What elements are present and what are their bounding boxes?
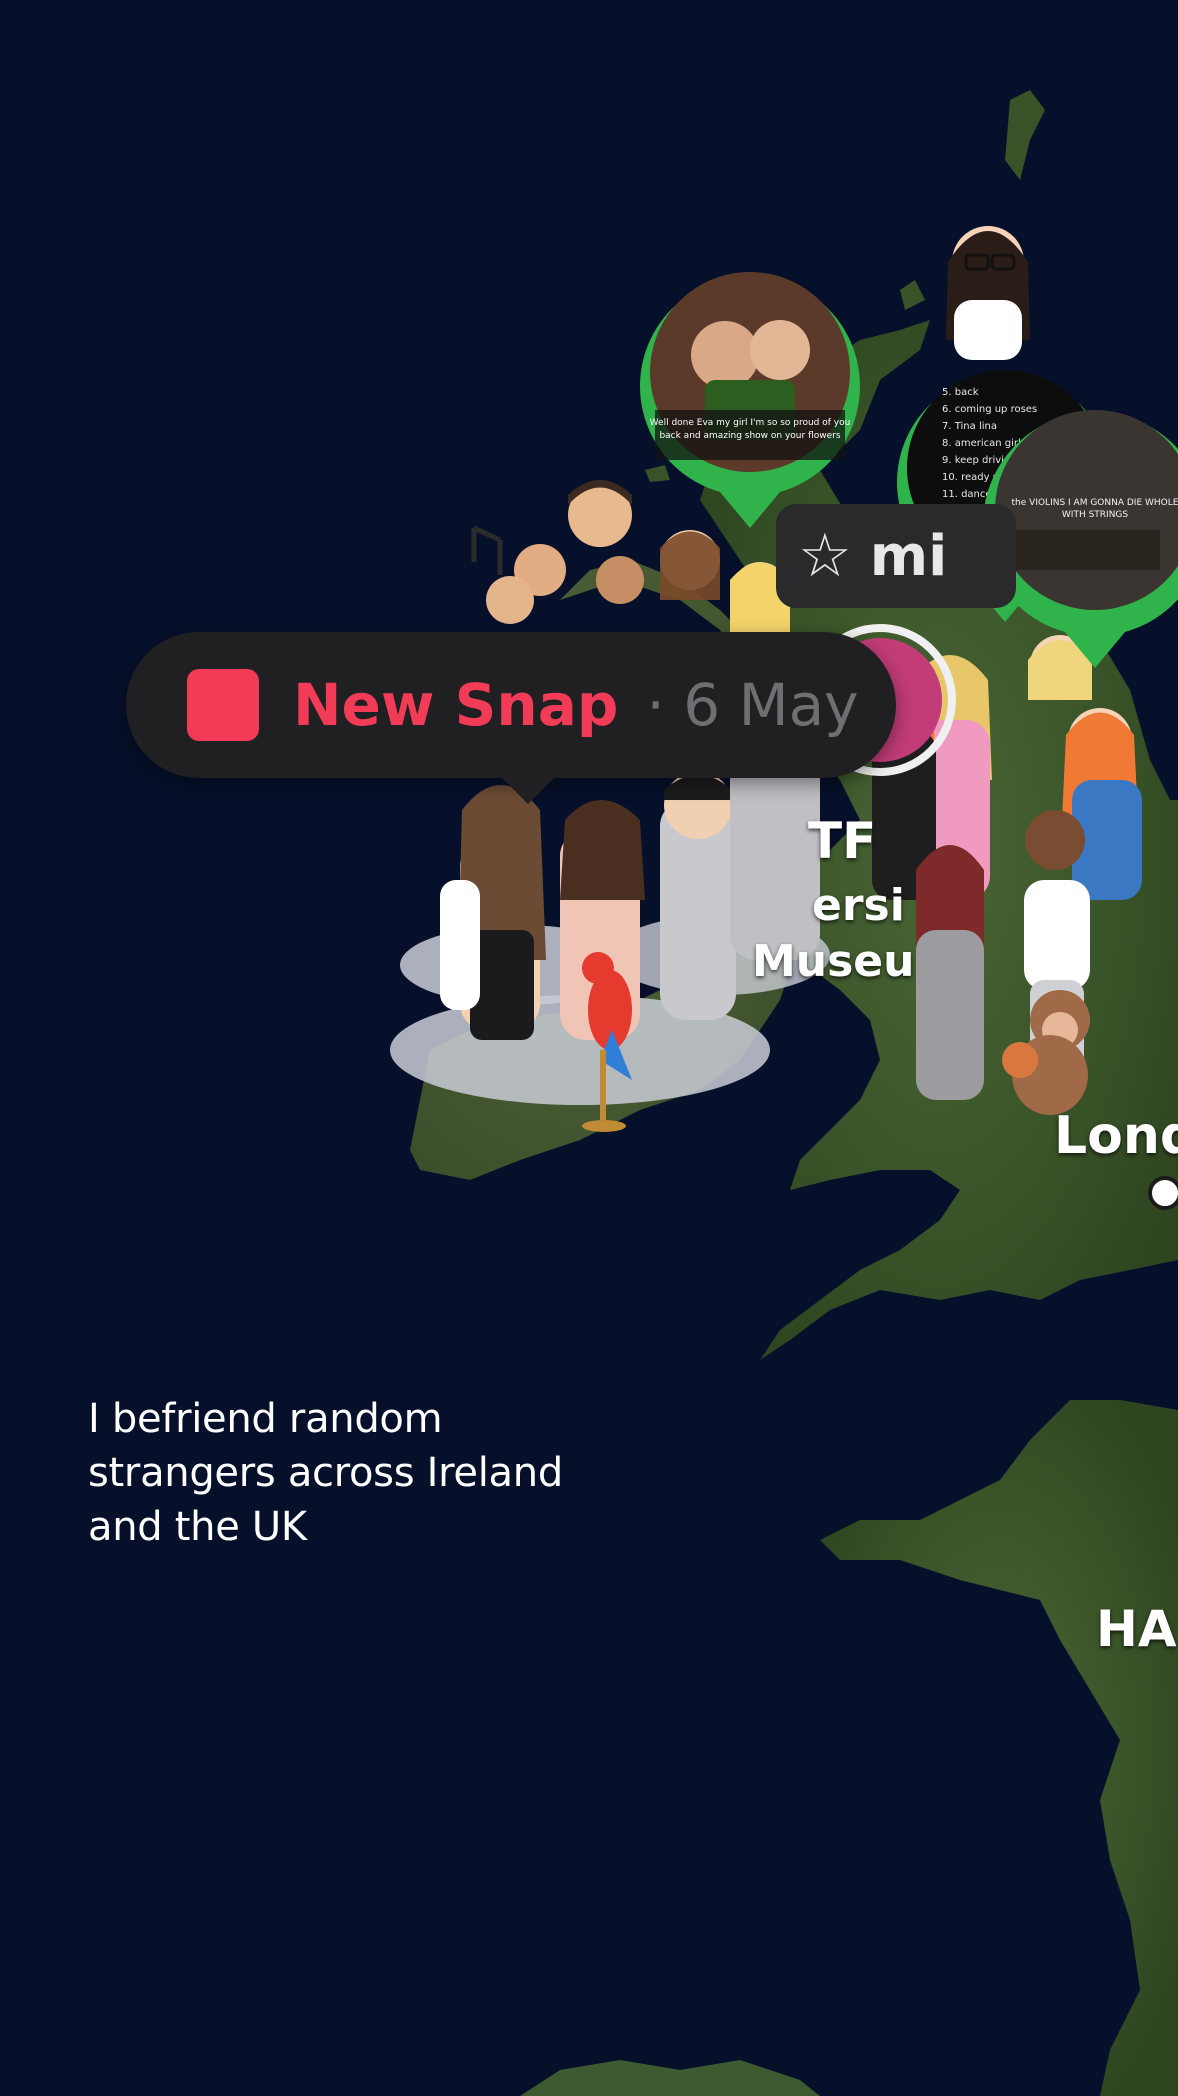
friend-name-label: mi (869, 523, 948, 589)
new-snap-label: New Snap (293, 671, 619, 739)
svg-text:8. american girls: 8. american girls (942, 438, 1026, 449)
museum-label-line3: Museu (752, 936, 915, 987)
caption-line-1: I befriend random (88, 1396, 443, 1442)
snap-square-icon (187, 669, 259, 741)
svg-text:Well done Eva my girl I'm so s: Well done Eva my girl I'm so so proud of… (650, 418, 851, 428)
svg-text:6. coming up roses: 6. coming up roses (942, 404, 1037, 415)
caption-line-3: and the UK (88, 1504, 307, 1550)
video-caption: I befriend random strangers across Irela… (88, 1392, 648, 1554)
caption-line-2: strangers across Ireland (88, 1450, 563, 1496)
london-label[interactable]: Lond (1054, 1106, 1178, 1166)
svg-text:7. Tina lina: 7. Tina lina (942, 421, 997, 432)
museum-label-line2: ersi (812, 880, 905, 931)
avatar-crowd-ireland[interactable] (390, 480, 830, 1132)
new-snap-pill[interactable]: New Snap · 6 May (126, 632, 896, 804)
museum-label-line1: TF (808, 812, 877, 870)
music-note-icon (471, 525, 503, 575)
map-canvas[interactable]: Well done Eva my girl I'm so so proud of… (0, 0, 1178, 2096)
svg-text:back and amazing show on your: back and amazing show on your flowers (659, 431, 840, 441)
star-outline-icon[interactable]: ☆ (798, 521, 852, 591)
svg-text:WITH STRINGS: WITH STRINGS (1062, 510, 1129, 520)
haj-label[interactable]: HA (1096, 1600, 1177, 1658)
france-landmass (820, 1400, 1178, 2096)
avatar-glasses-top (946, 226, 1030, 360)
friend-name-pill[interactable]: ☆ mi (776, 504, 1016, 608)
snap-date-label: · 6 May (646, 671, 859, 739)
france-south-landmass (520, 2060, 820, 2096)
pill-pointer (500, 776, 556, 804)
svg-text:5. back: 5. back (942, 387, 979, 398)
london-dot[interactable] (1148, 1176, 1178, 1210)
svg-text:the VIOLINS I AM GONNA DIE WHO: the VIOLINS I AM GONNA DIE WHOLE (1012, 498, 1178, 508)
